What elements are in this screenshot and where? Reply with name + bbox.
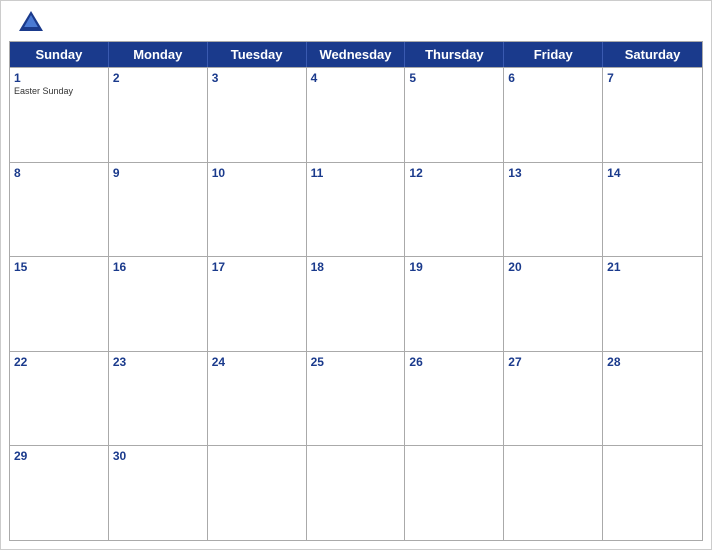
day-number: 15 — [14, 260, 104, 274]
day-number: 29 — [14, 449, 104, 463]
day-cell: 23 — [109, 352, 208, 446]
day-cell: 1Easter Sunday — [10, 68, 109, 162]
day-cell: 13 — [504, 163, 603, 257]
day-cell: 15 — [10, 257, 109, 351]
day-number: 2 — [113, 71, 203, 85]
day-number: 5 — [409, 71, 499, 85]
calendar-page: SundayMondayTuesdayWednesdayThursdayFrid… — [0, 0, 712, 550]
day-cell — [504, 446, 603, 540]
day-cell: 17 — [208, 257, 307, 351]
day-number: 6 — [508, 71, 598, 85]
day-cell: 11 — [307, 163, 406, 257]
day-cell: 7 — [603, 68, 702, 162]
day-number: 26 — [409, 355, 499, 369]
day-header-sunday: Sunday — [10, 42, 109, 67]
day-headers-row: SundayMondayTuesdayWednesdayThursdayFrid… — [10, 42, 702, 67]
day-cell: 25 — [307, 352, 406, 446]
day-cell: 4 — [307, 68, 406, 162]
day-cell: 3 — [208, 68, 307, 162]
day-cell: 2 — [109, 68, 208, 162]
day-header-wednesday: Wednesday — [307, 42, 406, 67]
day-cell: 8 — [10, 163, 109, 257]
week-row-4: 22 23 24 25 26 27 28 — [10, 351, 702, 446]
day-number: 4 — [311, 71, 401, 85]
day-number: 14 — [607, 166, 698, 180]
day-number: 1 — [14, 71, 104, 85]
day-cell: 22 — [10, 352, 109, 446]
day-number: 22 — [14, 355, 104, 369]
day-number: 25 — [311, 355, 401, 369]
day-cell: 26 — [405, 352, 504, 446]
day-number: 28 — [607, 355, 698, 369]
day-number: 20 — [508, 260, 598, 274]
day-number: 11 — [311, 166, 401, 180]
day-cell: 27 — [504, 352, 603, 446]
day-number: 19 — [409, 260, 499, 274]
day-number: 21 — [607, 260, 698, 274]
calendar-grid: SundayMondayTuesdayWednesdayThursdayFrid… — [9, 41, 703, 541]
day-cell: 6 — [504, 68, 603, 162]
day-header-monday: Monday — [109, 42, 208, 67]
week-row-5: 29 30 — [10, 445, 702, 540]
day-number: 30 — [113, 449, 203, 463]
day-cell: 14 — [603, 163, 702, 257]
day-number: 18 — [311, 260, 401, 274]
logo-icon — [17, 9, 45, 37]
week-row-1: 1Easter Sunday 234567 — [10, 67, 702, 162]
day-number: 27 — [508, 355, 598, 369]
day-cell — [405, 446, 504, 540]
day-cell: 28 — [603, 352, 702, 446]
day-cell: 29 — [10, 446, 109, 540]
day-number: 12 — [409, 166, 499, 180]
day-header-thursday: Thursday — [405, 42, 504, 67]
day-cell: 30 — [109, 446, 208, 540]
day-cell: 12 — [405, 163, 504, 257]
day-cell: 10 — [208, 163, 307, 257]
day-number: 3 — [212, 71, 302, 85]
day-cell — [307, 446, 406, 540]
day-cell — [603, 446, 702, 540]
day-header-friday: Friday — [504, 42, 603, 67]
day-cell: 9 — [109, 163, 208, 257]
day-number: 13 — [508, 166, 598, 180]
day-cell: 16 — [109, 257, 208, 351]
day-number: 9 — [113, 166, 203, 180]
day-number: 24 — [212, 355, 302, 369]
day-cell: 20 — [504, 257, 603, 351]
day-number: 10 — [212, 166, 302, 180]
day-header-saturday: Saturday — [603, 42, 702, 67]
weeks-container: 1Easter Sunday23456789101112131415161718… — [10, 67, 702, 540]
day-cell: 18 — [307, 257, 406, 351]
day-cell: 24 — [208, 352, 307, 446]
event-label: Easter Sunday — [14, 86, 104, 97]
day-cell: 5 — [405, 68, 504, 162]
week-row-3: 15 16 17 18 19 20 21 — [10, 256, 702, 351]
day-number: 8 — [14, 166, 104, 180]
day-number: 7 — [607, 71, 698, 85]
day-cell — [208, 446, 307, 540]
day-number: 17 — [212, 260, 302, 274]
day-cell: 21 — [603, 257, 702, 351]
day-header-tuesday: Tuesday — [208, 42, 307, 67]
day-number: 16 — [113, 260, 203, 274]
day-cell: 19 — [405, 257, 504, 351]
logo — [17, 9, 49, 37]
header — [1, 1, 711, 41]
week-row-2: 89 10 11 12 13 14 — [10, 162, 702, 257]
day-number: 23 — [113, 355, 203, 369]
